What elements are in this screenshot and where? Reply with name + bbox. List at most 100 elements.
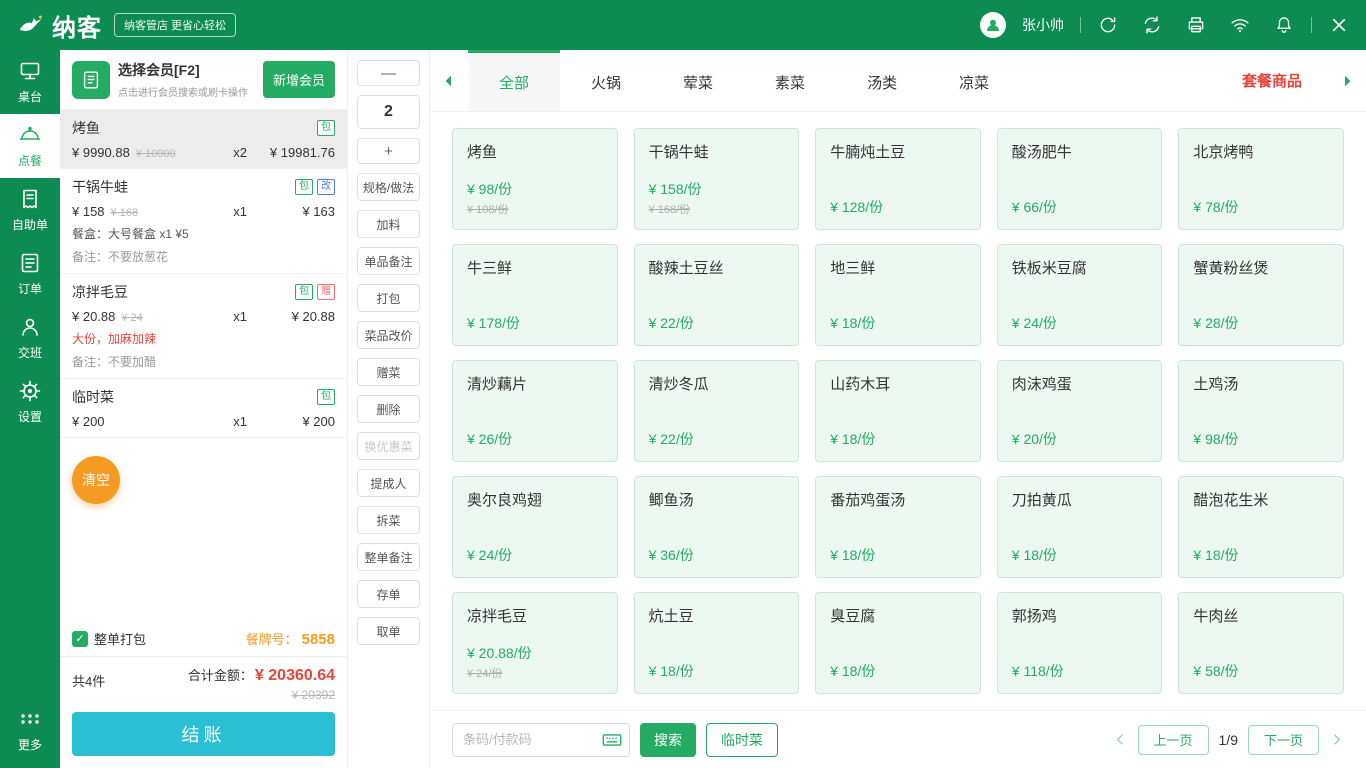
product-prices: ¥ 18/份: [830, 429, 966, 449]
add-member-button[interactable]: 新增会员: [263, 61, 335, 98]
product-card[interactable]: 醋泡花生米 ¥ 18/份: [1178, 476, 1344, 578]
sidebar-item-orders[interactable]: 订单: [0, 242, 60, 306]
category-tab[interactable]: 火锅: [560, 50, 652, 111]
product-card[interactable]: 铁板米豆腐 ¥ 24/份: [997, 244, 1163, 346]
product-card[interactable]: 牛三鲜 ¥ 178/份: [452, 244, 618, 346]
tabs-scroll-left-icon[interactable]: [430, 50, 468, 111]
product-original-price: ¥ 24/份: [467, 665, 603, 681]
action-button[interactable]: 规格/做法: [357, 173, 420, 201]
category-tab[interactable]: 凉菜: [928, 50, 1020, 111]
product-card[interactable]: 牛腩炖土豆 ¥ 128/份: [815, 128, 981, 230]
product-card[interactable]: 烤鱼 ¥ 98/份 ¥ 108/份: [452, 128, 618, 230]
product-card[interactable]: 凉拌毛豆 ¥ 20.88/份 ¥ 24/份: [452, 592, 618, 694]
cart-item-badge: 改: [317, 179, 335, 195]
cart-item[interactable]: 凉拌毛豆 包赠 ¥ 20.88 ¥ 24 x1 ¥ 20.88 大份，加麻加辣备…: [60, 274, 347, 379]
product-grid: 烤鱼 ¥ 98/份 ¥ 108/份 干锅牛蛙 ¥ 158/份 ¥ 168/份 牛…: [430, 112, 1366, 710]
sidebar-item-settings[interactable]: 设置: [0, 370, 60, 434]
product-card[interactable]: 鲫鱼汤 ¥ 36/份: [634, 476, 800, 578]
product-name: 山药木耳: [830, 373, 966, 394]
action-button[interactable]: 打包: [357, 284, 420, 312]
product-name: 奥尔良鸡翅: [467, 489, 603, 510]
sidebar-item-order[interactable]: 点餐: [0, 114, 60, 178]
action-button[interactable]: 提成人: [357, 469, 420, 497]
cart-item[interactable]: 烤鱼 包 ¥ 9990.88 ¥ 10000 x2 ¥ 19981.76: [60, 110, 347, 169]
product-card[interactable]: 肉沫鸡蛋 ¥ 20/份: [997, 360, 1163, 462]
product-name: 鲫鱼汤: [649, 489, 785, 510]
category-tab[interactable]: 素菜: [744, 50, 836, 111]
keyboard-icon[interactable]: [601, 729, 623, 751]
prev-page-button[interactable]: 上一页: [1138, 725, 1209, 755]
product-prices: ¥ 78/份: [1193, 197, 1329, 217]
product-card[interactable]: 酸辣土豆丝 ¥ 22/份: [634, 244, 800, 346]
sidebar-item-selforder[interactable]: 自助单: [0, 178, 60, 242]
product-card[interactable]: 郭扬鸡 ¥ 118/份: [997, 592, 1163, 694]
action-button[interactable]: 删除: [357, 395, 420, 423]
product-price: ¥ 78/份: [1193, 197, 1329, 217]
next-page-button[interactable]: 下一页: [1248, 725, 1319, 755]
product-card[interactable]: 臭豆腐 ¥ 18/份: [815, 592, 981, 694]
brand-slogan: 纳客管店 更省心轻松: [114, 13, 236, 37]
qty-minus-button[interactable]: —: [357, 60, 420, 86]
product-prices: ¥ 18/份: [830, 661, 966, 681]
sidebar-item-shift[interactable]: 交班: [0, 306, 60, 370]
search-button[interactable]: 搜索: [640, 723, 696, 757]
action-button[interactable]: 换优惠菜: [357, 432, 420, 460]
clear-cart-button[interactable]: 清空: [72, 456, 120, 504]
item-actions-column: — 2 + 规格/做法加料单品备注打包菜品改价赠菜删除换优惠菜提成人拆菜整单备注…: [348, 50, 430, 768]
product-card[interactable]: 干锅牛蛙 ¥ 158/份 ¥ 168/份: [634, 128, 800, 230]
member-select-bar[interactable]: 选择会员[F2] 点击进行会员搜索或刷卡操作 新增会员: [60, 50, 347, 110]
action-button[interactable]: 赠菜: [357, 358, 420, 386]
action-button[interactable]: 拆菜: [357, 506, 420, 534]
product-price: ¥ 128/份: [830, 197, 966, 217]
product-price: ¥ 22/份: [649, 313, 785, 333]
sidebar-item-more[interactable]: 更多: [0, 698, 60, 762]
product-card[interactable]: 炕土豆 ¥ 18/份: [634, 592, 800, 694]
product-card[interactable]: 奥尔良鸡翅 ¥ 24/份: [452, 476, 618, 578]
checkout-button[interactable]: 结账: [72, 712, 335, 756]
category-tab[interactable]: 汤类: [836, 50, 928, 111]
combo-products-tab[interactable]: 套餐商品: [1216, 50, 1328, 111]
category-tab[interactable]: 荤菜: [652, 50, 744, 111]
action-button[interactable]: 菜品改价: [357, 321, 420, 349]
product-card[interactable]: 清炒冬瓜 ¥ 22/份: [634, 360, 800, 462]
product-card[interactable]: 牛肉丝 ¥ 58/份: [1178, 592, 1344, 694]
category-tab[interactable]: 全部: [468, 50, 560, 111]
action-button[interactable]: 单品备注: [357, 247, 420, 275]
cart-item[interactable]: 干锅牛蛙 包改 ¥ 158 ¥ 168 x1 ¥ 163 餐盒：大号餐盒 x1 …: [60, 169, 347, 274]
action-button[interactable]: 加料: [357, 210, 420, 238]
action-button[interactable]: 取单: [357, 617, 420, 645]
sync-icon[interactable]: [1097, 14, 1119, 36]
product-card[interactable]: 蟹黄粉丝煲 ¥ 28/份: [1178, 244, 1344, 346]
bell-icon[interactable]: [1273, 14, 1295, 36]
cart-item[interactable]: 临时菜 包 ¥ 200 x1 ¥ 200: [60, 379, 347, 438]
category-tabs-bar: 全部火锅荤菜素菜汤类凉菜 套餐商品: [430, 50, 1366, 112]
product-card[interactable]: 清炒藕片 ¥ 26/份: [452, 360, 618, 462]
page-left-chevron-icon[interactable]: [1113, 732, 1128, 747]
product-name: 清炒冬瓜: [649, 373, 785, 394]
product-card[interactable]: 酸汤肥牛 ¥ 66/份: [997, 128, 1163, 230]
printer-icon[interactable]: [1185, 14, 1207, 36]
close-icon[interactable]: [1328, 14, 1350, 36]
product-card[interactable]: 北京烤鸭 ¥ 78/份: [1178, 128, 1344, 230]
product-price: ¥ 66/份: [1012, 197, 1148, 217]
pack-whole-order-checkbox[interactable]: ✓: [72, 631, 88, 647]
user-avatar[interactable]: [980, 12, 1006, 38]
cart-item-original-price: ¥ 10000: [136, 148, 176, 160]
product-card[interactable]: 山药木耳 ¥ 18/份: [815, 360, 981, 462]
temp-dish-button[interactable]: 临时菜: [706, 723, 778, 757]
order-icon: [18, 123, 42, 147]
sidebar-item-table[interactable]: 桌台: [0, 50, 60, 114]
qty-plus-button[interactable]: +: [357, 138, 420, 164]
product-name: 肉沫鸡蛋: [1012, 373, 1148, 394]
page-right-chevron-icon[interactable]: [1329, 732, 1344, 747]
wifi-icon[interactable]: [1229, 14, 1251, 36]
action-button[interactable]: 存单: [357, 580, 420, 608]
tabs-scroll-right-icon[interactable]: [1328, 50, 1366, 111]
refresh-icon[interactable]: [1141, 14, 1163, 36]
category-tabs: 全部火锅荤菜素菜汤类凉菜: [468, 50, 1020, 111]
product-card[interactable]: 番茄鸡蛋汤 ¥ 18/份: [815, 476, 981, 578]
action-button[interactable]: 整单备注: [357, 543, 420, 571]
product-card[interactable]: 土鸡汤 ¥ 98/份: [1178, 360, 1344, 462]
product-card[interactable]: 刀拍黄瓜 ¥ 18/份: [997, 476, 1163, 578]
product-card[interactable]: 地三鲜 ¥ 18/份: [815, 244, 981, 346]
